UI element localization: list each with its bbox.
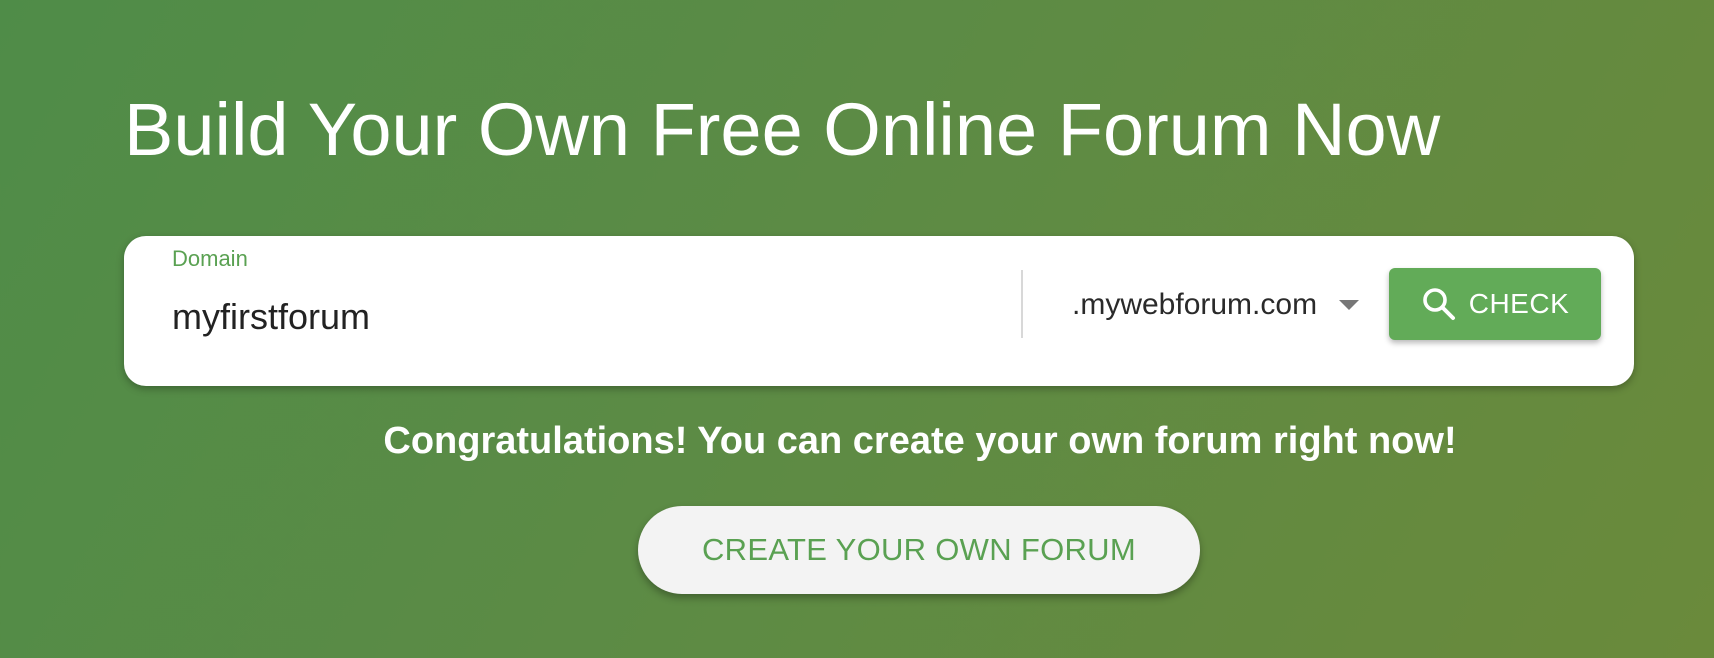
domain-input[interactable]: [172, 292, 1012, 342]
create-forum-button[interactable]: CREATE YOUR OWN FORUM: [638, 506, 1200, 594]
caret-down-icon: [1339, 300, 1360, 310]
tld-select[interactable]: .mywebforum.com: [1072, 274, 1382, 336]
search-icon: [1422, 288, 1455, 320]
domain-search-card: Domain .mywebforum.com CHECK: [124, 236, 1634, 386]
page-title: Build Your Own Free Online Forum Now: [124, 88, 1441, 171]
check-button[interactable]: CHECK: [1389, 268, 1601, 340]
field-divider: [1021, 270, 1023, 338]
domain-field-label: Domain: [172, 246, 248, 271]
check-button-label: CHECK: [1468, 288, 1570, 319]
tld-selected-value: .mywebforum.com: [1072, 288, 1318, 321]
availability-message: Congratulations! You can create your own…: [383, 420, 1457, 462]
